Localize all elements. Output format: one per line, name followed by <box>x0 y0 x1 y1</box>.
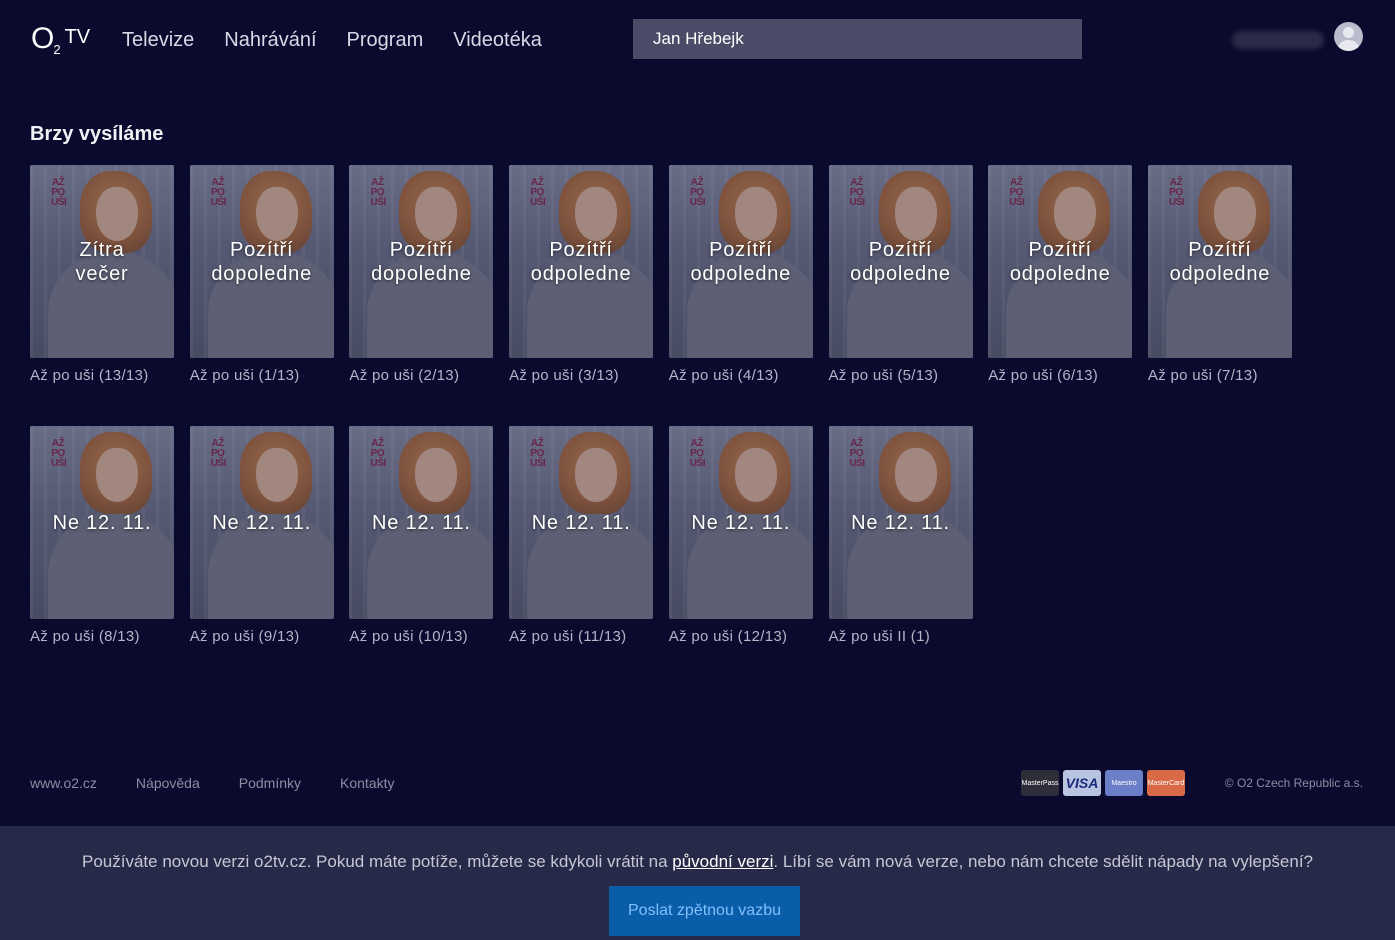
program-poster[interactable]: AŽ PO UŠI Pozítří dopoledne <box>189 165 334 358</box>
broadcast-time-label: Ne 12. 11. <box>371 512 471 534</box>
program-title[interactable]: Až po uši (8/13) <box>30 628 174 645</box>
nav-nahravani[interactable]: Nahrávání <box>224 28 316 52</box>
program-title[interactable]: Až po uši II (1) <box>829 628 973 645</box>
logo-o: O <box>31 22 55 55</box>
broadcast-time-label: Pozítří odpoledne <box>1169 239 1271 285</box>
user-name-blurred[interactable] <box>1232 31 1324 49</box>
footer-link-help[interactable]: Nápověda <box>136 775 200 791</box>
maestro-icon: Maestro <box>1105 770 1143 796</box>
program-poster[interactable]: AŽ PO UŠI Ne 12. 11. <box>509 426 654 619</box>
nav-program[interactable]: Program <box>347 28 424 52</box>
logo-tv: TV <box>64 26 91 48</box>
program-title[interactable]: Až po uši (1/13) <box>190 367 334 384</box>
broadcast-time-label: Pozítří odpoledne <box>850 239 951 285</box>
program-poster[interactable]: AŽ PO UŠI Pozítří odpoledne <box>1147 165 1292 358</box>
feedback-bar: Používáte novou verzi o2tv.cz. Pokud mát… <box>0 826 1395 940</box>
program-poster[interactable]: AŽ PO UŠI Ne 12. 11. <box>828 426 973 619</box>
payment-cards: MasterPass VISA Maestro MasterCard <box>1021 770 1185 796</box>
broadcast-time-label: Pozítří dopoledne <box>211 239 312 285</box>
main-nav: Televize Nahrávání Program Videotéka <box>122 28 542 52</box>
program-poster[interactable]: AŽ PO UŠI Pozítří odpoledne <box>988 165 1133 358</box>
program-poster[interactable]: AŽ PO UŠI Pozítří odpoledne <box>509 165 654 358</box>
program-poster[interactable]: AŽ PO UŠI Ne 12. 11. <box>30 426 174 619</box>
send-feedback-button[interactable]: Poslat zpětnou vazbu <box>609 886 800 936</box>
program-tile[interactable]: AŽ PO UŠI Ne 12. 11. Až po uši (12/13) <box>668 426 813 645</box>
program-poster[interactable]: AŽ PO UŠI Ne 12. 11. <box>668 426 813 619</box>
program-poster[interactable]: AŽ PO UŠI Zítra večer <box>30 165 174 358</box>
program-title[interactable]: Až po uši (3/13) <box>509 367 653 384</box>
program-poster[interactable]: AŽ PO UŠI Pozítří odpoledne <box>668 165 813 358</box>
broadcast-time-label: Pozítří odpoledne <box>1009 239 1111 285</box>
program-tile[interactable]: AŽ PO UŠI Pozítří dopoledne Až po uši (2/13) <box>349 165 494 384</box>
program-tile[interactable]: AŽ PO UŠI Pozítří odpoledne Až po uši (5/13) <box>828 165 973 384</box>
broadcast-time-label: Ne 12. 11. <box>531 512 631 534</box>
visa-icon: VISA <box>1063 770 1101 796</box>
program-tile[interactable]: AŽ PO UŠI Ne 12. 11. Až po uši (9/13) <box>189 426 334 645</box>
broadcast-time-label: Ne 12. 11. <box>212 512 312 534</box>
logo-two: 2 <box>53 42 61 57</box>
feedback-text-before: Používáte novou verzi o2tv.cz. Pokud mát… <box>82 852 673 871</box>
program-tile[interactable]: AŽ PO UŠI Ne 12. 11. Až po uši II (1) <box>828 426 973 645</box>
program-tile[interactable]: AŽ PO UŠI Ne 12. 11. Až po uši (10/13) <box>349 426 494 645</box>
program-tile[interactable]: AŽ PO UŠI Pozítří dopoledne Až po uši (1/13) <box>189 165 334 384</box>
o2tv-logo[interactable]: O 2 TV <box>31 22 90 58</box>
header: O 2 TV Televize Nahrávání Program Videot… <box>0 0 1395 80</box>
program-title[interactable]: Až po uši (10/13) <box>349 628 493 645</box>
footer-link-terms[interactable]: Podmínky <box>239 775 301 791</box>
broadcast-time-label: Pozítří odpoledne <box>530 239 632 285</box>
search-input[interactable] <box>633 19 1082 59</box>
footer-links: www.o2.cz Nápověda Podmínky Kontakty <box>30 775 433 791</box>
footer-link-o2[interactable]: www.o2.cz <box>30 775 97 791</box>
program-tile[interactable]: AŽ PO UŠI Pozítří odpoledne Až po uši (3/13) <box>509 165 654 384</box>
broadcast-time-label: Ne 12. 11. <box>851 512 950 534</box>
program-title[interactable]: Až po uši (2/13) <box>349 367 493 384</box>
program-title[interactable]: Až po uši (12/13) <box>669 628 813 645</box>
broadcast-time-label: Pozítří dopoledne <box>371 239 472 285</box>
program-title[interactable]: Až po uši (6/13) <box>988 367 1132 384</box>
program-tile[interactable]: AŽ PO UŠI Ne 12. 11. Až po uši (11/13) <box>509 426 654 645</box>
feedback-text-after: . Líbí se vám nová verze, nebo nám chcet… <box>773 852 1313 871</box>
section-title: Brzy vysíláme <box>30 123 164 145</box>
nav-videoteka[interactable]: Videotéka <box>453 28 542 52</box>
program-title[interactable]: Až po uši (11/13) <box>509 628 653 645</box>
program-tile[interactable]: AŽ PO UŠI Pozítří odpoledne Až po uši (6/13) <box>988 165 1133 384</box>
program-poster[interactable]: AŽ PO UŠI Pozítří dopoledne <box>349 165 494 358</box>
program-tile[interactable]: AŽ PO UŠI Pozítří odpoledne Až po uši (7/13) <box>1147 165 1292 384</box>
program-title[interactable]: Až po uši (4/13) <box>669 367 813 384</box>
broadcast-time-label: Zítra večer <box>75 239 129 285</box>
nav-televize[interactable]: Televize <box>122 28 194 52</box>
broadcast-time-label: Ne 12. 11. <box>52 512 152 534</box>
mastercard-icon: MasterCard <box>1147 770 1185 796</box>
copyright: © O2 Czech Republic a.s. <box>1224 776 1363 790</box>
program-tile[interactable]: AŽ PO UŠI Zítra večer Až po uši (13/13) <box>30 165 174 384</box>
program-title[interactable]: Až po uši (7/13) <box>1148 367 1292 384</box>
user-avatar-icon[interactable] <box>1334 22 1363 51</box>
program-title[interactable]: Až po uši (9/13) <box>190 628 334 645</box>
feedback-text: Používáte novou verzi o2tv.cz. Pokud mát… <box>0 852 1395 872</box>
broadcast-time-label: Pozítří odpoledne <box>690 239 792 285</box>
program-poster[interactable]: AŽ PO UŠI Ne 12. 11. <box>349 426 494 619</box>
program-tile[interactable]: AŽ PO UŠI Ne 12. 11. Až po uši (8/13) <box>30 426 174 645</box>
program-title[interactable]: Až po uši (5/13) <box>829 367 973 384</box>
broadcast-time-label: Ne 12. 11. <box>691 512 791 534</box>
program-tile[interactable]: AŽ PO UŠI Pozítří odpoledne Až po uši (4/13) <box>668 165 813 384</box>
program-poster[interactable]: AŽ PO UŠI Pozítří odpoledne <box>828 165 973 358</box>
original-version-link[interactable]: původní verzi <box>672 852 773 871</box>
footer-link-contacts[interactable]: Kontakty <box>340 775 394 791</box>
program-poster[interactable]: AŽ PO UŠI Ne 12. 11. <box>189 426 334 619</box>
mastercard-accepted-icon: MasterPass <box>1021 770 1059 796</box>
program-title[interactable]: Až po uši (13/13) <box>30 367 174 384</box>
